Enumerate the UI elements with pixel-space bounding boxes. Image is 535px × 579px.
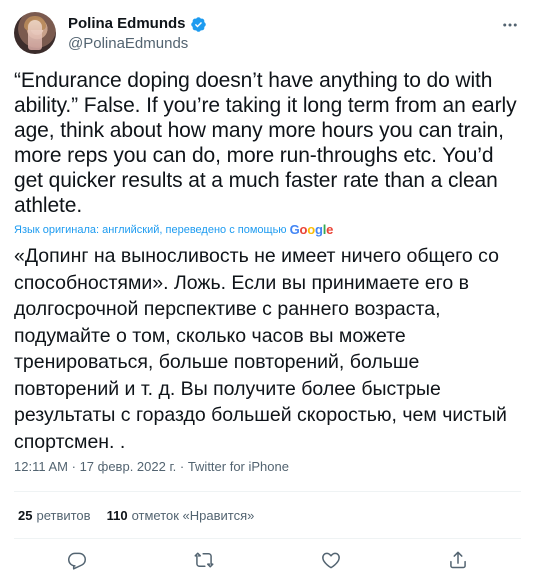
retweets-label: ретвитов xyxy=(36,508,91,523)
share-icon[interactable] xyxy=(446,548,470,572)
tweet-meta: 12:11 AM · 17 февр. 2022 г. · Twitter fo… xyxy=(14,458,289,476)
tweet-source[interactable]: Twitter for iPhone xyxy=(188,459,289,474)
retweet-icon[interactable] xyxy=(192,548,216,572)
author-handle[interactable]: @PolinaEdmunds xyxy=(68,34,207,54)
tweet-header: Polina Edmunds @PolinaEdmunds xyxy=(14,10,521,56)
tweet-date[interactable]: 17 февр. 2022 г. xyxy=(80,459,177,474)
tweet-actions xyxy=(14,548,521,572)
retweets-count: 25 xyxy=(18,508,33,523)
translation-label: Язык оригинала: английский, переведено с… xyxy=(14,224,287,236)
retweets-stat[interactable]: 25 ретвитов xyxy=(18,507,91,525)
tweet-time[interactable]: 12:11 AM xyxy=(14,459,68,474)
meta-separator: · xyxy=(71,459,76,474)
meta-separator-2: · xyxy=(179,459,185,474)
reply-icon[interactable] xyxy=(65,548,89,572)
translation-notice[interactable]: Язык оригинала: английский, переведено с… xyxy=(14,222,333,238)
tweet-card: Polina Edmunds @PolinaEdmunds “Endurance… xyxy=(0,0,535,579)
more-options-icon[interactable] xyxy=(499,14,521,36)
author-name-row[interactable]: Polina Edmunds xyxy=(68,14,207,34)
tweet-stats: 25 ретвитов 110 отметок «Нравится» xyxy=(18,507,254,525)
google-logo: Google xyxy=(289,222,334,237)
translated-text: «Допинг на выносливость не имеет ничего … xyxy=(14,245,507,453)
likes-label: отметок «Нравится» xyxy=(131,508,255,523)
like-icon[interactable] xyxy=(319,548,343,572)
divider-bottom xyxy=(14,538,521,539)
verified-badge-icon xyxy=(190,16,207,33)
author-block: Polina Edmunds @PolinaEdmunds xyxy=(68,14,207,54)
author-display-name[interactable]: Polina Edmunds xyxy=(68,14,186,34)
avatar-figure xyxy=(28,20,42,50)
avatar[interactable] xyxy=(14,12,56,54)
likes-count: 110 xyxy=(106,508,128,523)
divider-top xyxy=(14,491,521,492)
likes-stat[interactable]: 110 отметок «Нравится» xyxy=(107,507,255,525)
tweet-text: “Endurance doping doesn’t have anything … xyxy=(14,69,517,217)
